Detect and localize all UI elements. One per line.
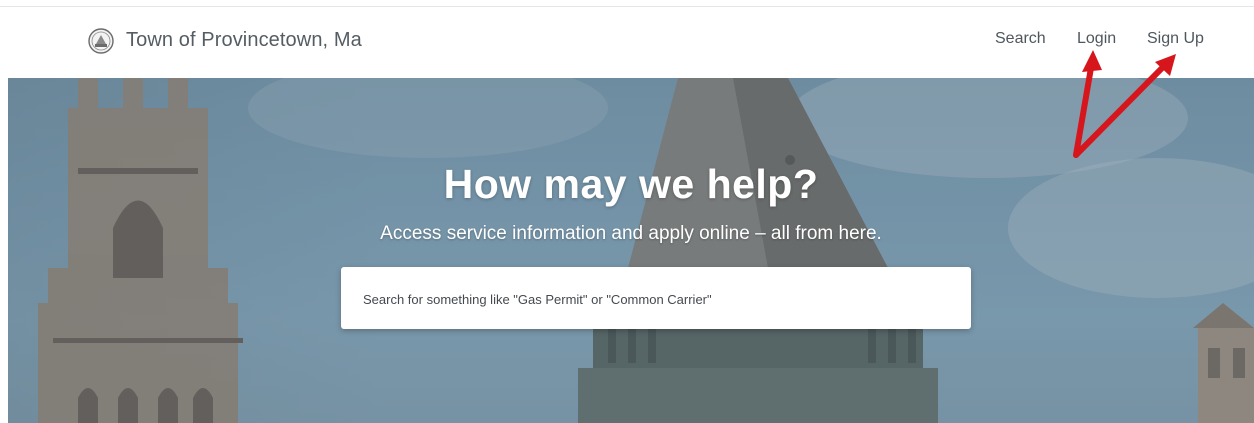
hero-title: How may we help? (443, 161, 819, 207)
hero-subtitle: Access service information and apply onl… (380, 223, 882, 244)
site-brand[interactable]: Town of Provincetown, Ma (126, 29, 362, 52)
nav-login-link[interactable]: Login (1077, 30, 1116, 48)
site-header: Town of Provincetown, Ma Search Login Si… (0, 0, 1254, 78)
nav-signup-link[interactable]: Sign Up (1147, 30, 1204, 48)
hero-overlay (8, 78, 1254, 423)
town-seal-icon[interactable] (88, 28, 114, 54)
hero-search-box (341, 267, 971, 331)
header-top-divider (0, 6, 1254, 7)
nav-search-link[interactable]: Search (995, 30, 1046, 48)
hero-banner: How may we help? Access service informat… (8, 78, 1254, 423)
service-search-input[interactable] (361, 267, 955, 331)
